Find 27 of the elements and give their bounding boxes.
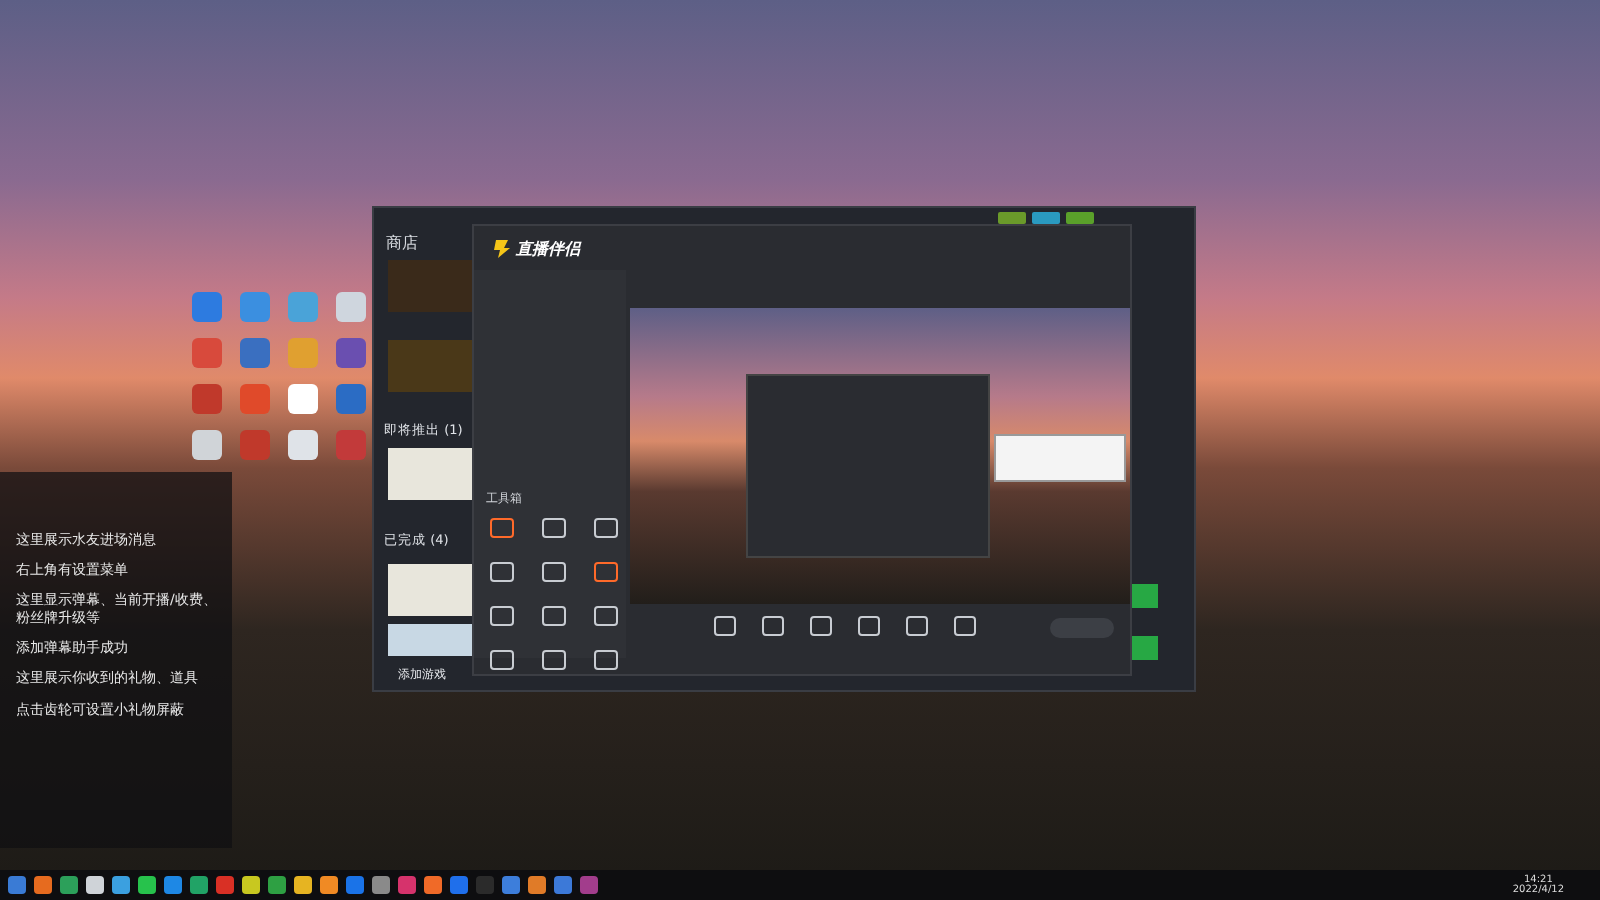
tool-icon[interactable]: [490, 650, 514, 670]
tool-icon[interactable]: [542, 518, 566, 538]
app-brand: 直播伴侣: [516, 238, 580, 260]
tool-icon[interactable]: [542, 562, 566, 582]
app-icon[interactable]: [336, 338, 366, 368]
app-icon[interactable]: [288, 430, 318, 460]
control-icon[interactable]: [858, 616, 880, 636]
control-icon[interactable]: [954, 616, 976, 636]
tooltip-preview: [994, 434, 1126, 482]
tool-icon[interactable]: [542, 606, 566, 626]
app-icon[interactable]: [336, 292, 366, 322]
tool-icon[interactable]: [490, 518, 514, 538]
app-icon[interactable]: [192, 430, 222, 460]
tool-icon[interactable]: [490, 606, 514, 626]
control-icon[interactable]: [810, 616, 832, 636]
tool-icon[interactable]: [594, 650, 618, 670]
tool-icon[interactable]: [594, 562, 618, 582]
control-icon[interactable]: [906, 616, 928, 636]
tool-icon[interactable]: [594, 606, 618, 626]
tool-icon[interactable]: [594, 518, 618, 538]
tool-icon[interactable]: [490, 562, 514, 582]
control-icon[interactable]: [714, 616, 736, 636]
app-logo-icon: [494, 240, 510, 258]
tool-icon[interactable]: [542, 650, 566, 670]
control-icon[interactable]: [762, 616, 784, 636]
nav-link[interactable]: 商店: [386, 232, 418, 254]
app-icon[interactable]: [288, 384, 318, 414]
